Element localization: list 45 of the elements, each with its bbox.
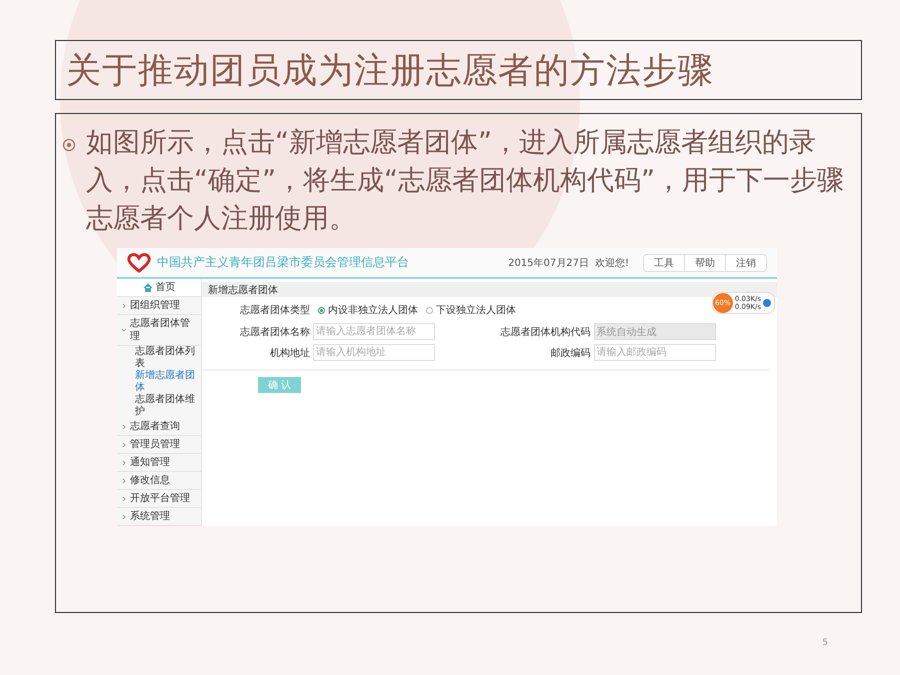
- status-dot-icon: [763, 299, 771, 307]
- house-icon: [142, 283, 152, 292]
- menu-label: 首页: [156, 281, 176, 294]
- field-label: 邮政编码: [550, 346, 590, 360]
- sidebar-menu-item[interactable]: 志愿者团体管理: [117, 315, 201, 346]
- field-label: 志愿者团体类型: [239, 304, 310, 317]
- sidebar-menu-item[interactable]: 志愿者查询: [117, 418, 201, 436]
- heart-logo-icon: [127, 252, 151, 272]
- menu-label: 系统管理: [130, 510, 170, 523]
- sidebar-menu-item[interactable]: 系统管理: [117, 508, 201, 526]
- submenu-item[interactable]: 新增志愿者团体: [117, 370, 201, 394]
- greeting-text: 欢迎您!: [594, 256, 629, 270]
- sidebar-menu-item[interactable]: 修改信息: [117, 472, 201, 490]
- input-field[interactable]: 请输入邮政编码: [594, 344, 716, 361]
- page-tab[interactable]: 新增志愿者团体: [208, 282, 278, 296]
- submenu-item[interactable]: 志愿者团体列表: [117, 346, 201, 370]
- platform-title: 中国共产主义青年团吕梁市委员会管理信息平台: [157, 254, 409, 271]
- field-label: 志愿者团体机构代码: [500, 326, 590, 338]
- sidebar-menu-item[interactable]: 通知管理: [117, 454, 201, 472]
- sidebar-menu-item[interactable]: 开放平台管理: [117, 490, 201, 508]
- menu-label: 开放平台管理: [130, 492, 190, 505]
- menu-label: 志愿者查询: [130, 420, 180, 433]
- submenu-item[interactable]: 志愿者团体维护: [117, 394, 201, 418]
- menu-label: 管理员管理: [130, 438, 180, 451]
- menu-label: 修改信息: [130, 474, 170, 487]
- field-label: 机构地址: [269, 346, 310, 360]
- home-menu-item[interactable]: 首页: [117, 279, 201, 297]
- menu-label: 通知管理: [130, 456, 170, 469]
- header-link[interactable]: 注销: [726, 254, 766, 270]
- header-link[interactable]: 帮助: [685, 254, 726, 270]
- menu-label: 志愿者团体管理: [130, 317, 191, 343]
- slide-title: 关于推动团员成为注册志愿者的方法步骤: [66, 50, 714, 92]
- field-label: 志愿者团体名称: [239, 326, 310, 338]
- sidebar-menu-item[interactable]: 团组织管理: [117, 297, 201, 315]
- header-link[interactable]: 工具: [644, 254, 685, 270]
- bullet-text: 如图所示，点击“新增志愿者团体”，进入所属志愿者组织的录入，点击“确定”，将生成“志愿者团体机构代码”，用于下一步骤志愿者个人注册使用。: [86, 126, 845, 236]
- page-number: 5: [822, 638, 828, 648]
- radio-option[interactable]: 下设独立法人团体: [426, 303, 516, 317]
- menu-label: 团组织管理: [130, 299, 180, 312]
- bullet-icon: [62, 138, 76, 152]
- radio-option[interactable]: 内设非独立法人团体: [318, 303, 418, 317]
- input-field[interactable]: 请输入机构地址: [313, 344, 435, 361]
- date-text: 2015年07月27日: [508, 256, 589, 270]
- sidebar-menu-item[interactable]: 管理员管理: [117, 436, 201, 454]
- input-field[interactable]: 请输入志愿者团体名称: [313, 323, 435, 340]
